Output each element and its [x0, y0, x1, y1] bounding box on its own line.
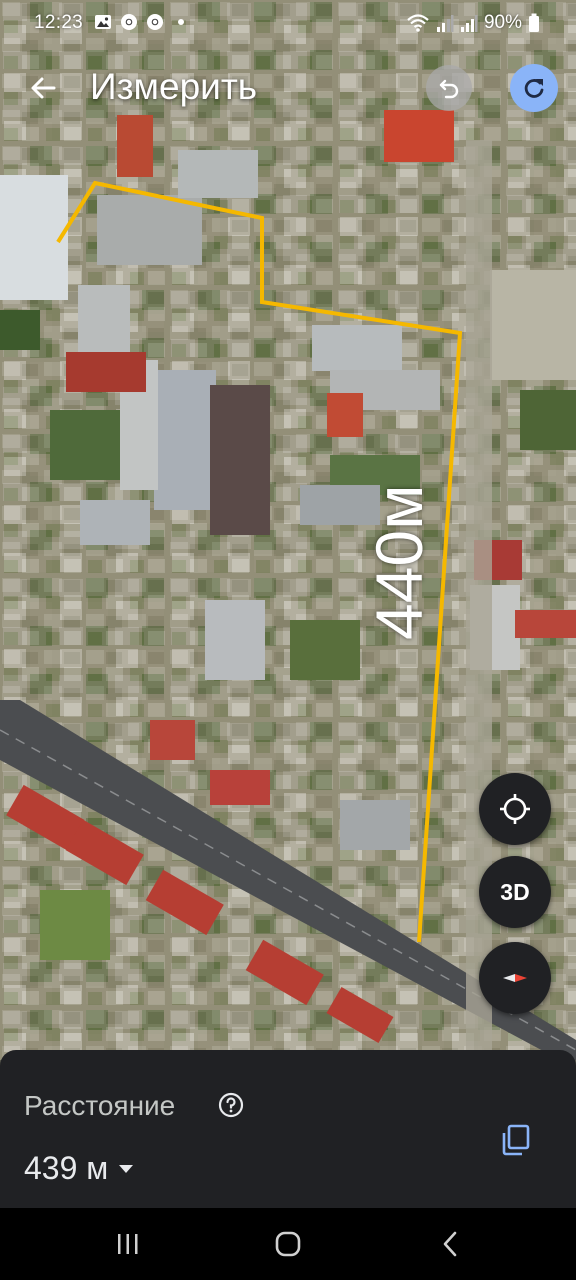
undo-button[interactable]: [426, 65, 472, 111]
redo-button[interactable]: [510, 64, 558, 112]
battery-percent: 90%: [483, 12, 522, 33]
segment-distance-label: 440м: [362, 484, 436, 641]
redo-icon: [524, 79, 544, 98]
signal-icon: [460, 15, 478, 32]
undo-icon: [439, 79, 459, 99]
status-time: 12:23: [34, 12, 84, 33]
measurement-sheet: Расстояние 439 м: [0, 1050, 576, 1208]
3d-toggle-button[interactable]: 3D: [479, 856, 551, 928]
arrow-left-icon: [31, 77, 56, 99]
recents-icon: [118, 1234, 138, 1254]
wifi-icon: [407, 14, 429, 32]
compass-button[interactable]: [479, 942, 551, 1014]
back-button[interactable]: [22, 66, 64, 110]
help-circle-icon[interactable]: [218, 1092, 244, 1118]
system-nav-bar: [0, 1208, 576, 1280]
back-icon: [443, 1231, 457, 1257]
chrome-icon: [147, 14, 163, 30]
copy-icon[interactable]: [498, 1122, 534, 1158]
home-icon: [275, 1231, 301, 1257]
compass-icon: [503, 974, 527, 982]
nav-back-button[interactable]: [430, 1226, 470, 1262]
caret-down-icon: [119, 1164, 134, 1173]
distance-value: 439 м: [24, 1150, 109, 1186]
recents-button[interactable]: [108, 1226, 148, 1262]
home-button[interactable]: [268, 1226, 308, 1262]
signal-icon: [436, 15, 454, 32]
page-title: Измерить: [90, 66, 258, 107]
chrome-icon: [121, 14, 137, 30]
image-icon: [95, 15, 111, 29]
distance-unit-dropdown[interactable]: 439 м: [24, 1150, 134, 1187]
crosshair-icon: [500, 794, 530, 824]
my-location-button[interactable]: [479, 773, 551, 845]
dot-icon: [178, 19, 184, 25]
status-bar: 12:23 90%: [0, 0, 576, 46]
battery-icon: [529, 13, 539, 32]
distance-label: Расстояние: [24, 1090, 176, 1121]
